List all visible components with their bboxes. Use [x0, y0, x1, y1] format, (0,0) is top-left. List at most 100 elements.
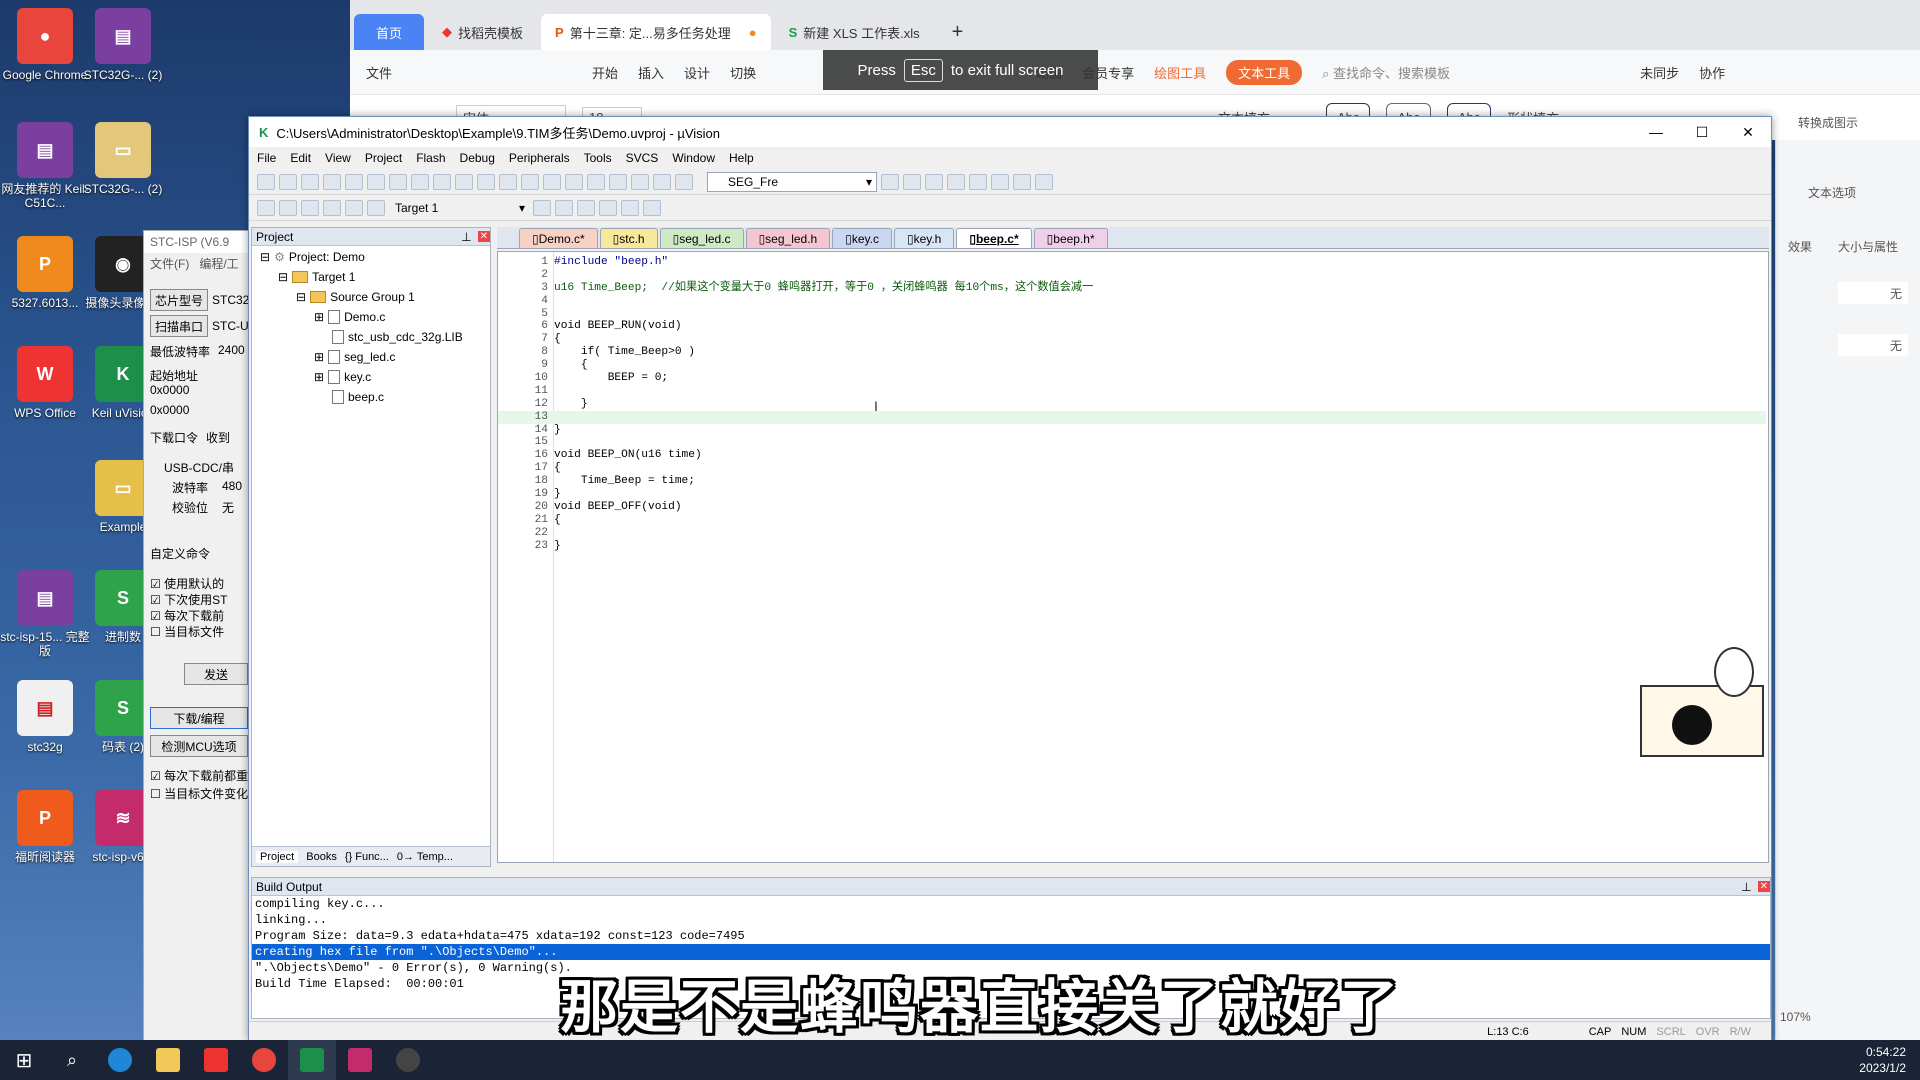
wps-tab-ppt[interactable]: P 第十三章: 定...易多任务处理 ● — [541, 14, 771, 50]
build-output-line[interactable]: compiling key.c... — [252, 896, 1770, 912]
combo-seg-fre[interactable]: SEG_Fre ▾ — [707, 171, 877, 192]
breakpoint-icon[interactable] — [925, 173, 943, 190]
code-line[interactable]: 3 u16 Time_Beep; //如果这个变量大于0 蜂鸣器打开，等于0 ，关… — [498, 282, 1766, 295]
build-output-line[interactable]: linking... — [252, 912, 1770, 928]
zoom-level[interactable]: 107% — [1780, 1010, 1811, 1024]
desktop-icon[interactable]: ▤ 网友推荐的 Keil-C51C... — [0, 122, 90, 210]
wps-tab-xls[interactable]: S 新建 XLS 工作表.xls — [775, 14, 934, 50]
panel-close-icon[interactable]: ✕ — [1757, 881, 1770, 892]
code-line[interactable]: 17 { — [498, 462, 1766, 475]
bookmark-icon[interactable] — [499, 173, 517, 190]
find-in-files-icon[interactable] — [881, 173, 899, 190]
wps-unsync[interactable]: 未同步 — [1640, 63, 1679, 82]
detect-mcu-button[interactable]: 检测MCU选项 — [150, 735, 248, 757]
camera-icon[interactable] — [384, 1040, 432, 1080]
build-icon[interactable] — [279, 199, 297, 216]
menu-window[interactable]: Window — [672, 151, 715, 165]
effect-tab[interactable]: 效果 — [1788, 238, 1812, 255]
download-button[interactable]: 下载/编程 — [150, 707, 248, 729]
new-file-icon[interactable] — [257, 173, 275, 190]
select-pack-icon[interactable] — [577, 199, 595, 216]
prev-bookmark-icon[interactable] — [521, 173, 539, 190]
panel-tab-functions[interactable]: {} Func... — [345, 851, 389, 863]
scan-port-value[interactable]: STC-U — [212, 319, 249, 333]
menu-svcs[interactable]: SVCS — [626, 151, 659, 165]
save-icon[interactable] — [301, 173, 319, 190]
panel-tab-project[interactable]: Project — [256, 850, 299, 863]
scan-port-button[interactable]: 扫描串口 — [150, 315, 208, 337]
usb-cdc-radio[interactable]: USB-CDC/串 — [164, 459, 234, 476]
tree-file-lib[interactable]: stc_usb_cdc_32g.LIB — [332, 330, 463, 344]
undo-icon[interactable] — [411, 173, 429, 190]
stc-opt-4[interactable]: ☐ 当目标文件 — [150, 623, 224, 640]
stc-opt-3[interactable]: ☑ 每次下载前 — [150, 607, 224, 624]
target-combo[interactable]: Target 1 ▾ — [389, 198, 529, 218]
code-line[interactable]: 16 void BEEP_ON(u16 time) — [498, 449, 1766, 462]
stc-tab-received[interactable]: 收到 — [206, 429, 230, 446]
rebuild-icon[interactable] — [301, 199, 319, 216]
collapse-icon[interactable]: ⊟ — [260, 250, 270, 264]
menu-peripherals[interactable]: Peripherals — [509, 151, 570, 165]
tree-group[interactable]: ⊟ Source Group 1 — [296, 290, 415, 304]
manage-components-icon[interactable] — [555, 199, 573, 216]
send-button[interactable]: 发送 — [184, 663, 248, 685]
code-line[interactable]: 18 Time_Beep = time; — [498, 475, 1766, 488]
expand-icon[interactable]: ⊞ — [314, 350, 324, 364]
minimize-icon[interactable]: — — [1633, 124, 1679, 141]
stop-build-icon[interactable] — [345, 199, 363, 216]
code-line[interactable]: 6 void BEEP_RUN(void) — [498, 320, 1766, 333]
build-output-line[interactable]: Program Size: data=9.3 edata+hdata=475 x… — [252, 928, 1770, 944]
runtime-env-icon[interactable] — [599, 199, 617, 216]
editor-tab[interactable]: ▯ beep.c* — [956, 228, 1032, 248]
editor-tab[interactable]: ▯ seg_led.c — [659, 228, 744, 248]
code-line[interactable]: 15 — [498, 436, 1766, 449]
keil-icon[interactable] — [288, 1040, 336, 1080]
collapse-icon[interactable]: ⊟ — [296, 290, 306, 304]
desktop-icon[interactable]: ▤ stc-isp-15... 完整版 — [0, 570, 90, 658]
batch-build-icon[interactable] — [323, 199, 341, 216]
tree-file-key[interactable]: ⊞ key.c — [314, 370, 371, 384]
chip-type-button[interactable]: 芯片型号 — [150, 289, 208, 311]
editor-tab[interactable]: ▯ Demo.c* — [519, 228, 598, 248]
code-line[interactable]: 11 — [498, 385, 1766, 398]
code-line[interactable]: 23} — [498, 540, 1766, 553]
code-line[interactable]: 5 — [498, 308, 1766, 321]
stc-tab-password[interactable]: 下载口令 — [150, 429, 198, 446]
desktop-icon[interactable]: ▭ STC32G-... (2) — [78, 122, 168, 196]
menu-edit[interactable]: Edit — [290, 151, 311, 165]
wps-menu-insert[interactable]: 插入 — [638, 63, 664, 82]
code-line[interactable]: 1 #include "beep.h" — [498, 256, 1766, 269]
stc-opt2-2[interactable]: ☐ 当目标文件变化 — [150, 785, 248, 802]
search-icon[interactable]: ⌕ — [48, 1040, 96, 1080]
desktop-icon[interactable]: P 5327.6013... — [0, 236, 90, 310]
code-line[interactable]: 19} — [498, 488, 1766, 501]
paste-icon[interactable] — [389, 173, 407, 190]
cut-icon[interactable] — [345, 173, 363, 190]
stc-menu-prog[interactable]: 编程/工 — [199, 255, 238, 271]
addr-field-2[interactable]: 0x0000 — [150, 403, 189, 417]
wps-menu-switch[interactable]: 切换 — [730, 63, 756, 82]
tree-file-beep[interactable]: beep.c — [332, 390, 384, 404]
menu-tools[interactable]: Tools — [584, 151, 612, 165]
code-line[interactable]: 22 — [498, 527, 1766, 540]
collapse-icon[interactable]: ⊟ — [278, 270, 288, 284]
editor-tab[interactable]: ▯ stc.h — [599, 228, 658, 248]
pin-icon[interactable]: ⊥ — [1741, 880, 1751, 894]
editor-tab[interactable]: ▯ seg_led.h — [745, 228, 831, 248]
clear-bookmark-icon[interactable] — [565, 173, 583, 190]
menu-file[interactable]: File — [257, 151, 276, 165]
editor-tab[interactable]: ▯ key.h — [893, 228, 955, 248]
code-line[interactable]: 2 — [498, 269, 1766, 282]
menu-flash[interactable]: Flash — [416, 151, 445, 165]
incremental-find-icon[interactable] — [903, 173, 921, 190]
convert-button[interactable]: 转换成图示 — [1798, 114, 1858, 131]
code-line[interactable]: 9 { — [498, 359, 1766, 372]
code-line[interactable]: 8 if( Time_Beep>0 ) — [498, 346, 1766, 359]
panel-close-icon[interactable]: ✕ — [477, 231, 490, 242]
menu-view[interactable]: View — [325, 151, 351, 165]
explorer-icon[interactable] — [144, 1040, 192, 1080]
stc-isp-icon[interactable] — [336, 1040, 384, 1080]
wps-menu-file[interactable]: 文件 — [366, 63, 392, 82]
wps-tab-template[interactable]: ◆ 找稻壳模板 — [428, 14, 537, 50]
pack-installer-icon[interactable] — [621, 199, 639, 216]
